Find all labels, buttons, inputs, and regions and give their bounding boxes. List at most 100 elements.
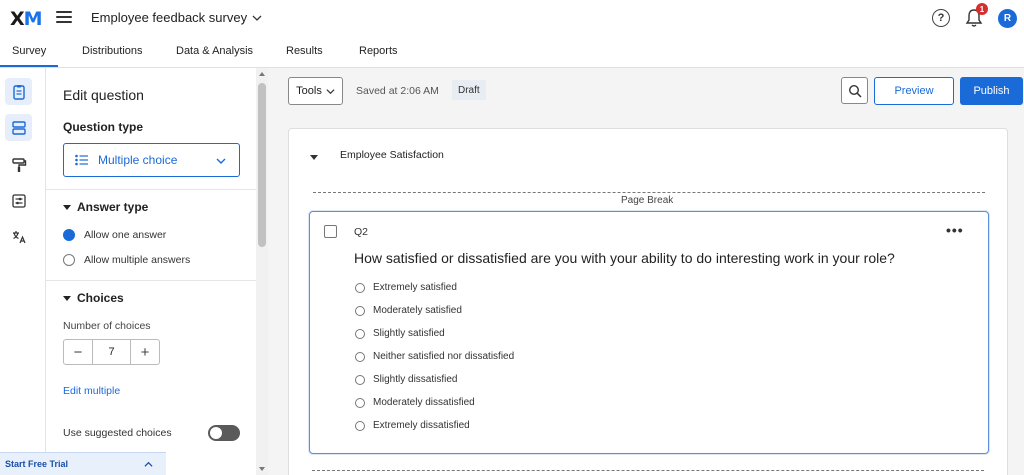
chevron-down-icon [252,15,262,21]
option-label: Allow multiple answers [84,254,191,266]
page-break-divider [313,192,985,193]
radio-unselected [355,420,365,431]
divider [46,189,256,190]
choices-label: Choices [77,291,124,305]
scroll-down-arrow-icon[interactable] [259,467,265,471]
answer-type-section-toggle[interactable]: Answer type [63,200,148,214]
rail-look-feel-button[interactable] [5,151,32,178]
question-text[interactable]: How satisfied or dissatisfied are you wi… [354,250,895,266]
option-label: Allow one answer [84,229,167,241]
divider [46,280,256,281]
answer-type-label: Answer type [77,200,149,214]
rail-survey-button[interactable] [5,78,32,105]
tab-results[interactable]: Results [286,45,323,57]
xm-logo[interactable]: XM [10,8,43,30]
tool-rail [0,68,46,475]
blocks-icon [11,120,26,135]
allow-one-answer-option[interactable]: Allow one answer [63,229,166,241]
scroll-thumb[interactable] [258,83,266,247]
suggested-choices-label: Use suggested choices [63,427,172,439]
radio-unselected [355,282,365,293]
translate-icon [12,230,26,243]
chevron-down-icon [216,158,226,164]
survey-title-dropdown[interactable]: Employee feedback survey [91,10,262,25]
choice-item[interactable]: Neither satisfied nor dissatisfied [355,351,514,362]
radio-unselected [355,397,365,408]
choice-item[interactable]: Slightly dissatisfied [355,374,457,385]
decrement-button[interactable]: − [64,340,92,364]
radio-unselected [355,374,365,385]
rail-blocks-button[interactable] [5,114,32,141]
tab-reports[interactable]: Reports [359,45,398,57]
paint-roller-icon [11,157,26,172]
survey-editor: Tools Saved at 2:06 AM Draft Preview Pub… [268,68,1024,475]
radio-unselected [355,351,365,362]
tab-data-analysis[interactable]: Data & Analysis [176,45,253,57]
choice-item[interactable]: Slightly satisfied [355,328,445,339]
start-free-trial-label: Start Free Trial [5,459,69,469]
tab-distributions[interactable]: Distributions [82,45,143,57]
tools-button[interactable]: Tools [288,77,343,105]
scroll-up-arrow-icon[interactable] [259,72,265,76]
top-header: XM Employee feedback survey ? 1 R [0,0,1024,36]
rail-translate-button[interactable] [5,223,32,250]
choice-label: Moderately satisfied [373,305,462,316]
question-type-value: Multiple choice [98,153,178,167]
choices-count[interactable]: 7 [92,340,131,364]
publish-button[interactable]: Publish [960,77,1023,105]
panel-scrollbar[interactable] [256,68,268,475]
choice-label: Slightly satisfied [373,328,445,339]
allow-multiple-answers-option[interactable]: Allow multiple answers [63,254,190,266]
choice-label: Extremely dissatisfied [373,420,470,431]
choice-item[interactable]: Moderately dissatisfied [355,397,475,408]
rail-options-button[interactable] [5,187,32,214]
survey-flow-icon [12,84,25,100]
suggested-choices-toggle[interactable] [208,425,240,441]
more-options-icon[interactable]: ••• [946,222,964,238]
tab-survey[interactable]: Survey [0,45,59,67]
choice-label: Neither satisfied nor dissatisfied [373,351,515,362]
chevron-up-icon [144,461,153,467]
radio-unselected [63,254,75,266]
chevron-down-icon [326,88,335,94]
number-of-choices-label: Number of choices [63,320,151,332]
question-type-select[interactable]: Multiple choice [63,143,240,177]
edit-multiple-link[interactable]: Edit multiple [63,385,120,397]
search-icon [848,84,862,98]
caret-down-icon [63,204,71,210]
choice-item[interactable]: Moderately satisfied [355,305,462,316]
block-title[interactable]: Employee Satisfaction [340,149,444,161]
start-free-trial-bar[interactable]: Start Free Trial [0,452,166,475]
choices-stepper: − 7 + [63,339,160,365]
help-icon[interactable]: ? [932,9,950,27]
avatar[interactable]: R [998,9,1017,28]
question-select-checkbox[interactable] [324,225,337,238]
menu-icon[interactable] [56,11,72,23]
choice-label: Extremely satisfied [373,282,457,293]
preview-button[interactable]: Preview [874,77,954,105]
choice-label: Slightly dissatisfied [373,374,458,385]
tab-bar: Survey Distributions Data & Analysis Res… [0,36,1024,68]
choice-item[interactable]: Extremely dissatisfied [355,420,470,431]
radio-selected [63,229,75,241]
block-collapse-caret-icon[interactable] [310,155,318,160]
page-break-divider [312,470,984,471]
survey-block: Employee Satisfaction Page Break Q2 ••• … [288,128,1008,475]
draft-badge: Draft [452,80,486,100]
list-icon [75,154,88,166]
survey-title: Employee feedback survey [91,10,248,25]
search-button[interactable] [841,77,868,104]
choice-label: Moderately dissatisfied [373,397,475,408]
increment-button[interactable]: + [131,340,159,364]
edit-question-panel: Edit question Question type Multiple cho… [46,68,256,475]
question-id: Q2 [354,226,369,238]
radio-unselected [355,305,365,316]
radio-unselected [355,328,365,339]
choices-section-toggle[interactable]: Choices [63,291,124,305]
question-card[interactable]: Q2 ••• How satisfied or dissatisfied are… [309,211,989,454]
tools-label: Tools [296,85,322,97]
panel-title: Edit question [63,87,144,103]
saved-status: Saved at 2:06 AM [356,85,439,97]
choice-item[interactable]: Extremely satisfied [355,282,457,293]
caret-down-icon [63,295,71,301]
